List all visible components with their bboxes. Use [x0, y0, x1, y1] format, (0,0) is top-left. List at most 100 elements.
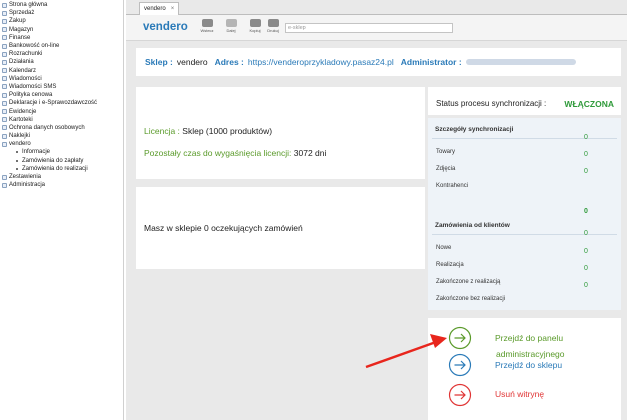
remaining-value: 3072 dni [293, 148, 327, 158]
tree-item-label: Naklejki [9, 133, 31, 140]
bullet-icon [16, 167, 18, 170]
main-area: vendero × vendero Wstecz Dalej Kopiuj Dr… [126, 0, 627, 420]
tree-item[interactable]: Wiadomości SMS [0, 83, 123, 91]
folder-icon [2, 109, 7, 115]
tree-item[interactable]: Wiadomości [0, 75, 123, 83]
folder-icon [2, 125, 7, 131]
address-label: Adres : [214, 57, 244, 67]
tree-item[interactable]: Administracja [0, 181, 123, 189]
tree-item-label: Wiadomości SMS [9, 83, 57, 90]
client-orders-header: Zamówienia od klientów [435, 222, 510, 229]
go-shop-button[interactable] [448, 353, 472, 377]
shop-value: vendero [176, 57, 208, 67]
folder-icon [2, 2, 7, 8]
brand-title: vendero [143, 21, 188, 33]
admin-panel-link[interactable]: Przejdź do panelu [495, 333, 563, 343]
tree-item[interactable]: Polityka cenowa [0, 91, 123, 99]
tree-item[interactable]: Rozrachunki [0, 50, 123, 58]
copy-label: Kopiuj [249, 28, 261, 33]
copy-icon [249, 19, 261, 27]
address-link[interactable]: https://venderoprzykladowy.pasaz24.pl [248, 57, 394, 67]
tree-item-label: Zamówienia do zapłaty [22, 157, 84, 164]
tree-subitem[interactable]: Informacje [0, 148, 123, 156]
tree-item-label: Deklaracje i e-Sprawozdawczość [9, 100, 98, 107]
tree-item-label: Zakup [9, 18, 26, 25]
tree-item[interactable]: Sprzedaż [0, 9, 123, 17]
folder-icon [2, 182, 7, 188]
folder-icon [2, 76, 7, 82]
tree-item[interactable]: Kalendarz [0, 67, 123, 75]
sync-orders-value: 0 [584, 208, 588, 215]
arrow-right-circle-icon [448, 353, 472, 377]
tree-item[interactable]: Ewidencje [0, 107, 123, 115]
print-button[interactable]: Drukuj [262, 19, 284, 37]
folder-icon [2, 117, 7, 123]
tree-item[interactable]: Działania [0, 58, 123, 66]
folder-icon [2, 133, 7, 139]
tree-subitem[interactable]: Zamówienia do realizacji [0, 165, 123, 173]
tree-item[interactable]: Naklejki [0, 132, 123, 140]
tree-item-label: Zamówienia do realizacji [22, 165, 88, 172]
tree-item-label: Magazyn [9, 26, 34, 33]
shop-label: Sklep : [145, 57, 173, 67]
tree-item-label: Sprzedaż [9, 10, 35, 17]
tree-item[interactable]: Magazyn [0, 26, 123, 34]
order-row-label: Realizacja [436, 262, 464, 268]
print-label: Drukuj [267, 28, 279, 33]
back-icon [201, 19, 213, 27]
tree-item-label: Polityka cenowa [9, 92, 53, 99]
tree-item[interactable]: Ochrona danych osobowych [0, 124, 123, 132]
folder-icon [2, 51, 7, 57]
arrow-right-circle-icon [448, 326, 472, 350]
tree-item[interactable]: vendero [0, 140, 123, 148]
sync-status-label: Status procesu synchronizacji : [436, 99, 547, 108]
tree-item-label: Administracja [9, 182, 46, 189]
sync-row-value: 0 [584, 168, 588, 175]
tab-label: vendero [144, 6, 166, 12]
tree-item-label: Kalendarz [9, 67, 37, 74]
close-tab-icon[interactable]: × [171, 3, 175, 15]
forward-icon [225, 19, 237, 27]
tree-item[interactable]: Zestawienia [0, 173, 123, 181]
go-shop-link[interactable]: Przejdź do sklepu [495, 360, 562, 370]
license-remaining-line: Pozostały czas do wygaśnięcia licencji: … [144, 148, 326, 158]
tree-item-label: Ochrona danych osobowych [9, 124, 85, 131]
print-icon [267, 19, 279, 27]
bullet-icon [16, 159, 18, 162]
tree-item-label: Rozrachunki [9, 51, 43, 58]
tree-item[interactable]: Finanse [0, 34, 123, 42]
folder-icon [2, 68, 7, 74]
tree-item[interactable]: Zakup [0, 17, 123, 25]
tree-item[interactable]: Strona główna [0, 1, 123, 9]
folder-icon [2, 27, 7, 33]
folder-icon [2, 10, 7, 16]
admin-label: Administrator : [400, 57, 462, 67]
remove-site-button[interactable] [448, 383, 472, 407]
admin-email-redacted [465, 59, 576, 65]
tree-item-label: Strona główna [9, 2, 48, 9]
tab-vendero[interactable]: vendero × [139, 2, 180, 15]
tree-item[interactable]: Deklaracje i e-Sprawozdawczość [0, 99, 123, 107]
sync-row-label: Kontrahenci [436, 183, 469, 189]
admin-panel-button[interactable] [448, 326, 472, 350]
tree-item-label: Wiadomości [9, 75, 42, 82]
sync-status-value: WŁĄCZONA [564, 99, 614, 109]
back-button[interactable]: Wstecz [196, 19, 218, 37]
tree-item-label: Kartoteki [9, 116, 33, 123]
remove-site-link[interactable]: Usuń witrynę [495, 389, 544, 399]
tree-item-label: vendero [9, 141, 31, 148]
search-input[interactable]: e-sklep [285, 23, 453, 33]
remaining-label: Pozostały czas do wygaśnięcia licencji: [144, 148, 292, 158]
tree-item-label: Zestawienia [9, 174, 42, 181]
sync-row-label: Zdjęcia [436, 166, 456, 172]
forward-button[interactable]: Dalej [220, 19, 242, 37]
sync-details-header: Szczegóły synchronizacji [435, 126, 514, 133]
forward-label: Dalej [226, 28, 236, 33]
tree-subitem[interactable]: Zamówienia do zapłaty [0, 157, 123, 165]
tree-item[interactable]: Bankowość on-line [0, 42, 123, 50]
navigation-tree: Strona główna Sprzedaż Zakup Magazyn Finanse… [0, 0, 124, 420]
tree-item[interactable]: Kartoteki [0, 116, 123, 124]
license-line: Licencja : Sklep (1000 produktów) [144, 126, 272, 136]
sync-details-top-value: 0 [584, 134, 588, 141]
admin-panel-link-2[interactable]: administracyjnego [496, 349, 565, 359]
